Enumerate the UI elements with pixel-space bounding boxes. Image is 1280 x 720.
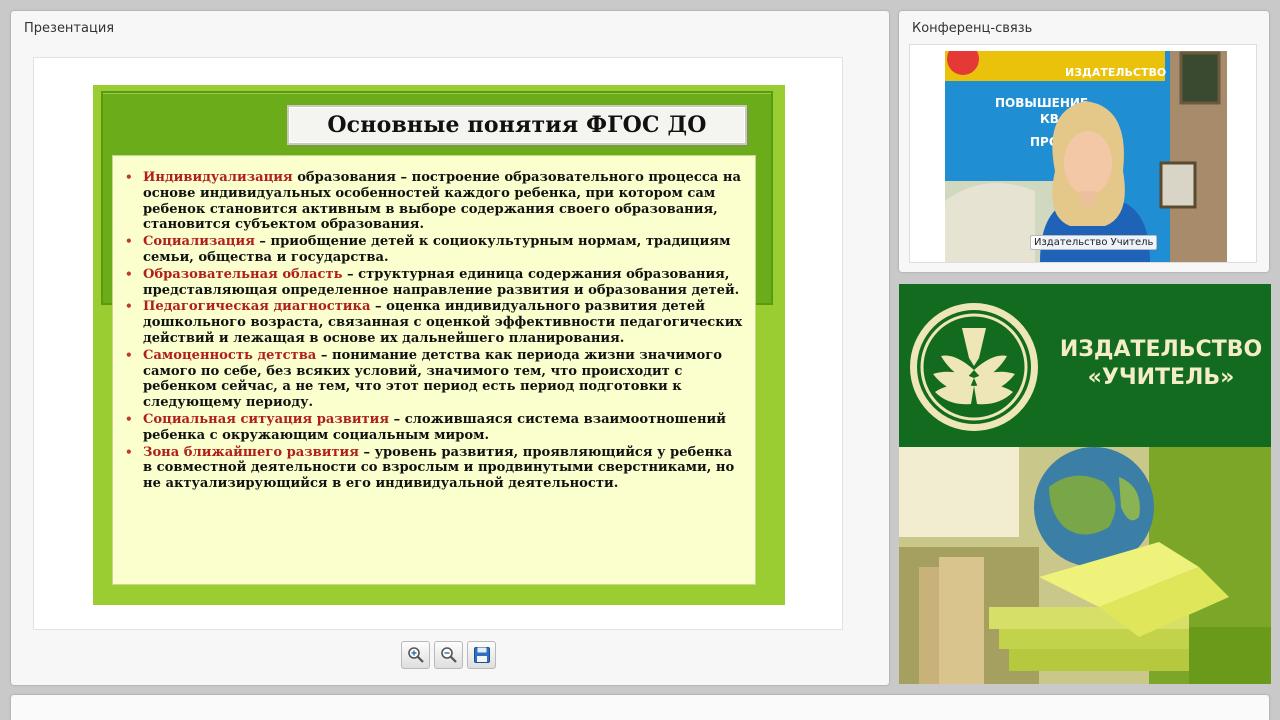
definition-term: Самоценность детства xyxy=(143,347,317,363)
definition-term: Социальная ситуация развития xyxy=(143,411,390,427)
definition-item: • Социальная ситуация развития – сложивша… xyxy=(125,411,726,443)
definition-item: • Индивидуализация образования – построен… xyxy=(125,170,741,233)
zoom-out-button[interactable] xyxy=(434,641,463,669)
definition-term: Индивидуализация xyxy=(143,170,293,185)
publisher-name-line1: ИЗДАТЕЛЬСТВО xyxy=(1059,337,1263,362)
slide-title-box: Основные понятия ФГОС ДО xyxy=(287,105,747,145)
video-feed[interactable]: ИЗДАТЕЛЬСТВО ПОВЫШЕНИЕ КВАЛИ ПРОФ Издате… xyxy=(909,44,1257,263)
definition-item: • Социализация – приобщение детей к социо… xyxy=(125,234,731,265)
slide-viewport[interactable]: Основные понятия ФГОС ДО • Индивидуализац… xyxy=(33,57,843,630)
presentation-panel: Презентация Основные понятия ФГОС ДО • Ин… xyxy=(11,11,889,685)
definition-term: Педагогическая диагностика xyxy=(143,299,371,315)
slide-body: • Индивидуализация образования – построен… xyxy=(112,155,756,585)
publisher-name-line2: «УЧИТЕЛЬ» xyxy=(1087,365,1235,390)
conference-panel: Конференц-связь ИЗДАТЕЛЬСТВО ПОВЫШЕНИЕ К… xyxy=(899,11,1269,272)
bottom-panel xyxy=(11,695,1269,720)
camera-label: Издательство Учитель xyxy=(1030,235,1158,250)
backdrop-text-publisher: ИЗДАТЕЛЬСТВО xyxy=(1065,66,1166,79)
slide: Основные понятия ФГОС ДО • Индивидуализац… xyxy=(93,85,785,605)
publisher-logo-icon xyxy=(910,303,1038,431)
definition-item: • Зона ближайшего развития – уровень разв… xyxy=(125,444,735,492)
definition-item: • Образовательная область – структурная е… xyxy=(125,266,740,298)
presentation-panel-title: Презентация xyxy=(24,21,115,36)
books-globe-illustration xyxy=(899,447,1271,684)
floppy-disk-icon xyxy=(473,647,490,663)
zoom-in-icon xyxy=(407,647,424,663)
banner-header: ИЗДАТЕЛЬСТВО «УЧИТЕЛЬ» xyxy=(899,284,1271,447)
definition-item: • Самоценность детства – понимание детств… xyxy=(125,347,722,411)
slide-title: Основные понятия ФГОС ДО xyxy=(327,112,707,138)
webcam-image: ИЗДАТЕЛЬСТВО ПОВЫШЕНИЕ КВАЛИ ПРОФ xyxy=(945,51,1227,262)
conference-panel-title: Конференц-связь xyxy=(912,21,1033,36)
definition-term: Социализация xyxy=(143,234,255,250)
publisher-name: ИЗДАТЕЛЬСТВО «УЧИТЕЛЬ» xyxy=(1059,336,1263,392)
zoom-in-button[interactable] xyxy=(401,641,430,669)
definition-term: Зона ближайшего развития xyxy=(143,444,359,460)
save-button[interactable] xyxy=(467,641,496,669)
definition-item: • Педагогическая диагностика – оценка инд… xyxy=(125,299,743,346)
presentation-toolbar xyxy=(401,641,496,669)
zoom-out-icon xyxy=(440,647,457,663)
banner-books-image xyxy=(899,447,1271,684)
definition-term: Образовательная область xyxy=(143,266,343,282)
webcam-scene: ИЗДАТЕЛЬСТВО ПОВЫШЕНИЕ КВАЛИ ПРОФ xyxy=(945,51,1227,262)
publisher-banner: ИЗДАТЕЛЬСТВО «УЧИТЕЛЬ» xyxy=(899,284,1271,684)
